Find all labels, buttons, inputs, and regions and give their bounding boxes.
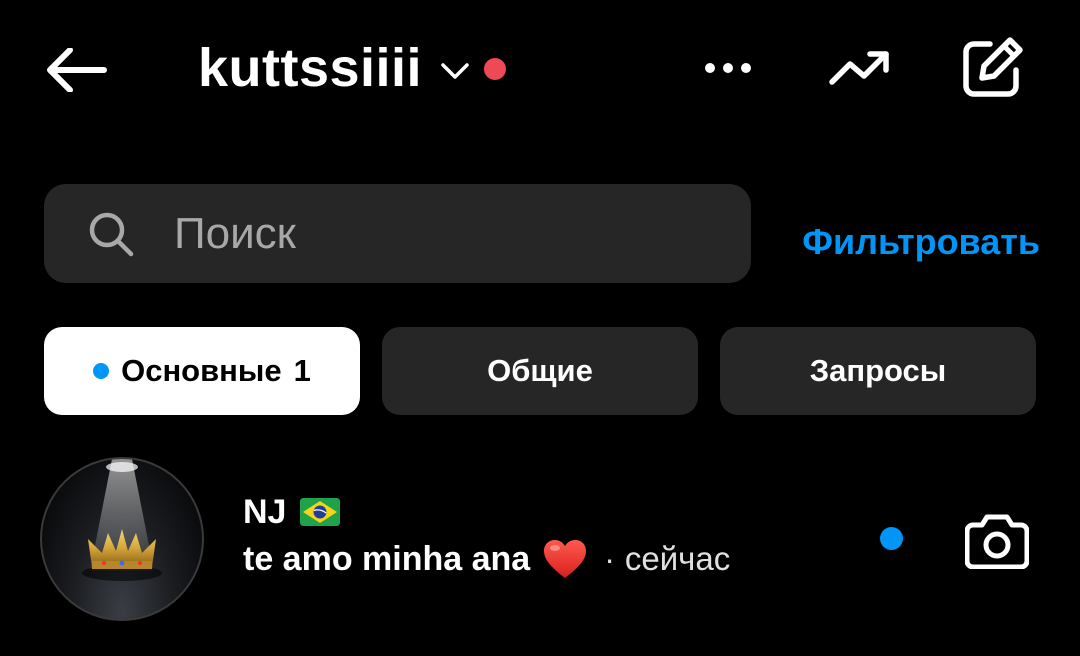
account-username: kuttssiiii bbox=[198, 38, 423, 98]
search-icon bbox=[89, 212, 134, 256]
more-options-button[interactable] bbox=[698, 44, 758, 92]
notification-dot bbox=[484, 58, 507, 80]
back-button[interactable] bbox=[40, 40, 112, 100]
conversation-name-line: NJ bbox=[243, 490, 341, 534]
tab-count: 1 bbox=[293, 353, 311, 388]
camera-button[interactable] bbox=[962, 508, 1032, 572]
tab-label: Основные bbox=[121, 353, 282, 388]
trending-up-icon bbox=[829, 51, 889, 85]
separator: · bbox=[604, 540, 615, 577]
message-timestamp: сейчас bbox=[624, 540, 731, 577]
search-input[interactable] bbox=[174, 208, 694, 259]
edit-compose-icon bbox=[963, 37, 1023, 97]
search-bar[interactable] bbox=[44, 184, 751, 283]
new-message-button[interactable] bbox=[954, 30, 1030, 106]
tab-label: Общие bbox=[487, 353, 593, 388]
conversation-preview-line: te amo minha ana · сейчас bbox=[243, 534, 730, 584]
crown-spotlight-image bbox=[82, 459, 162, 581]
tab-unread-dot bbox=[93, 363, 110, 379]
unread-indicator bbox=[880, 527, 903, 550]
filter-link[interactable]: Фильтровать bbox=[790, 214, 1040, 270]
tab-label: Запросы bbox=[809, 353, 947, 388]
tab-general[interactable]: Общие bbox=[382, 327, 698, 415]
avatar[interactable] bbox=[40, 457, 204, 621]
conversation-name: NJ bbox=[243, 492, 287, 531]
camera-icon bbox=[965, 514, 1029, 569]
red-heart-icon bbox=[544, 540, 587, 578]
tab-requests[interactable]: Запросы bbox=[720, 327, 1036, 415]
arrow-left-icon bbox=[47, 48, 107, 92]
insights-button[interactable] bbox=[822, 40, 898, 96]
last-message: te amo minha ana bbox=[243, 539, 531, 578]
account-header[interactable]: kuttssiiii bbox=[198, 32, 507, 104]
brazil-flag-icon bbox=[300, 498, 341, 526]
tab-primary[interactable]: Основные 1 bbox=[44, 327, 360, 415]
more-horizontal-icon bbox=[705, 63, 751, 73]
chevron-down-icon[interactable] bbox=[440, 60, 470, 82]
